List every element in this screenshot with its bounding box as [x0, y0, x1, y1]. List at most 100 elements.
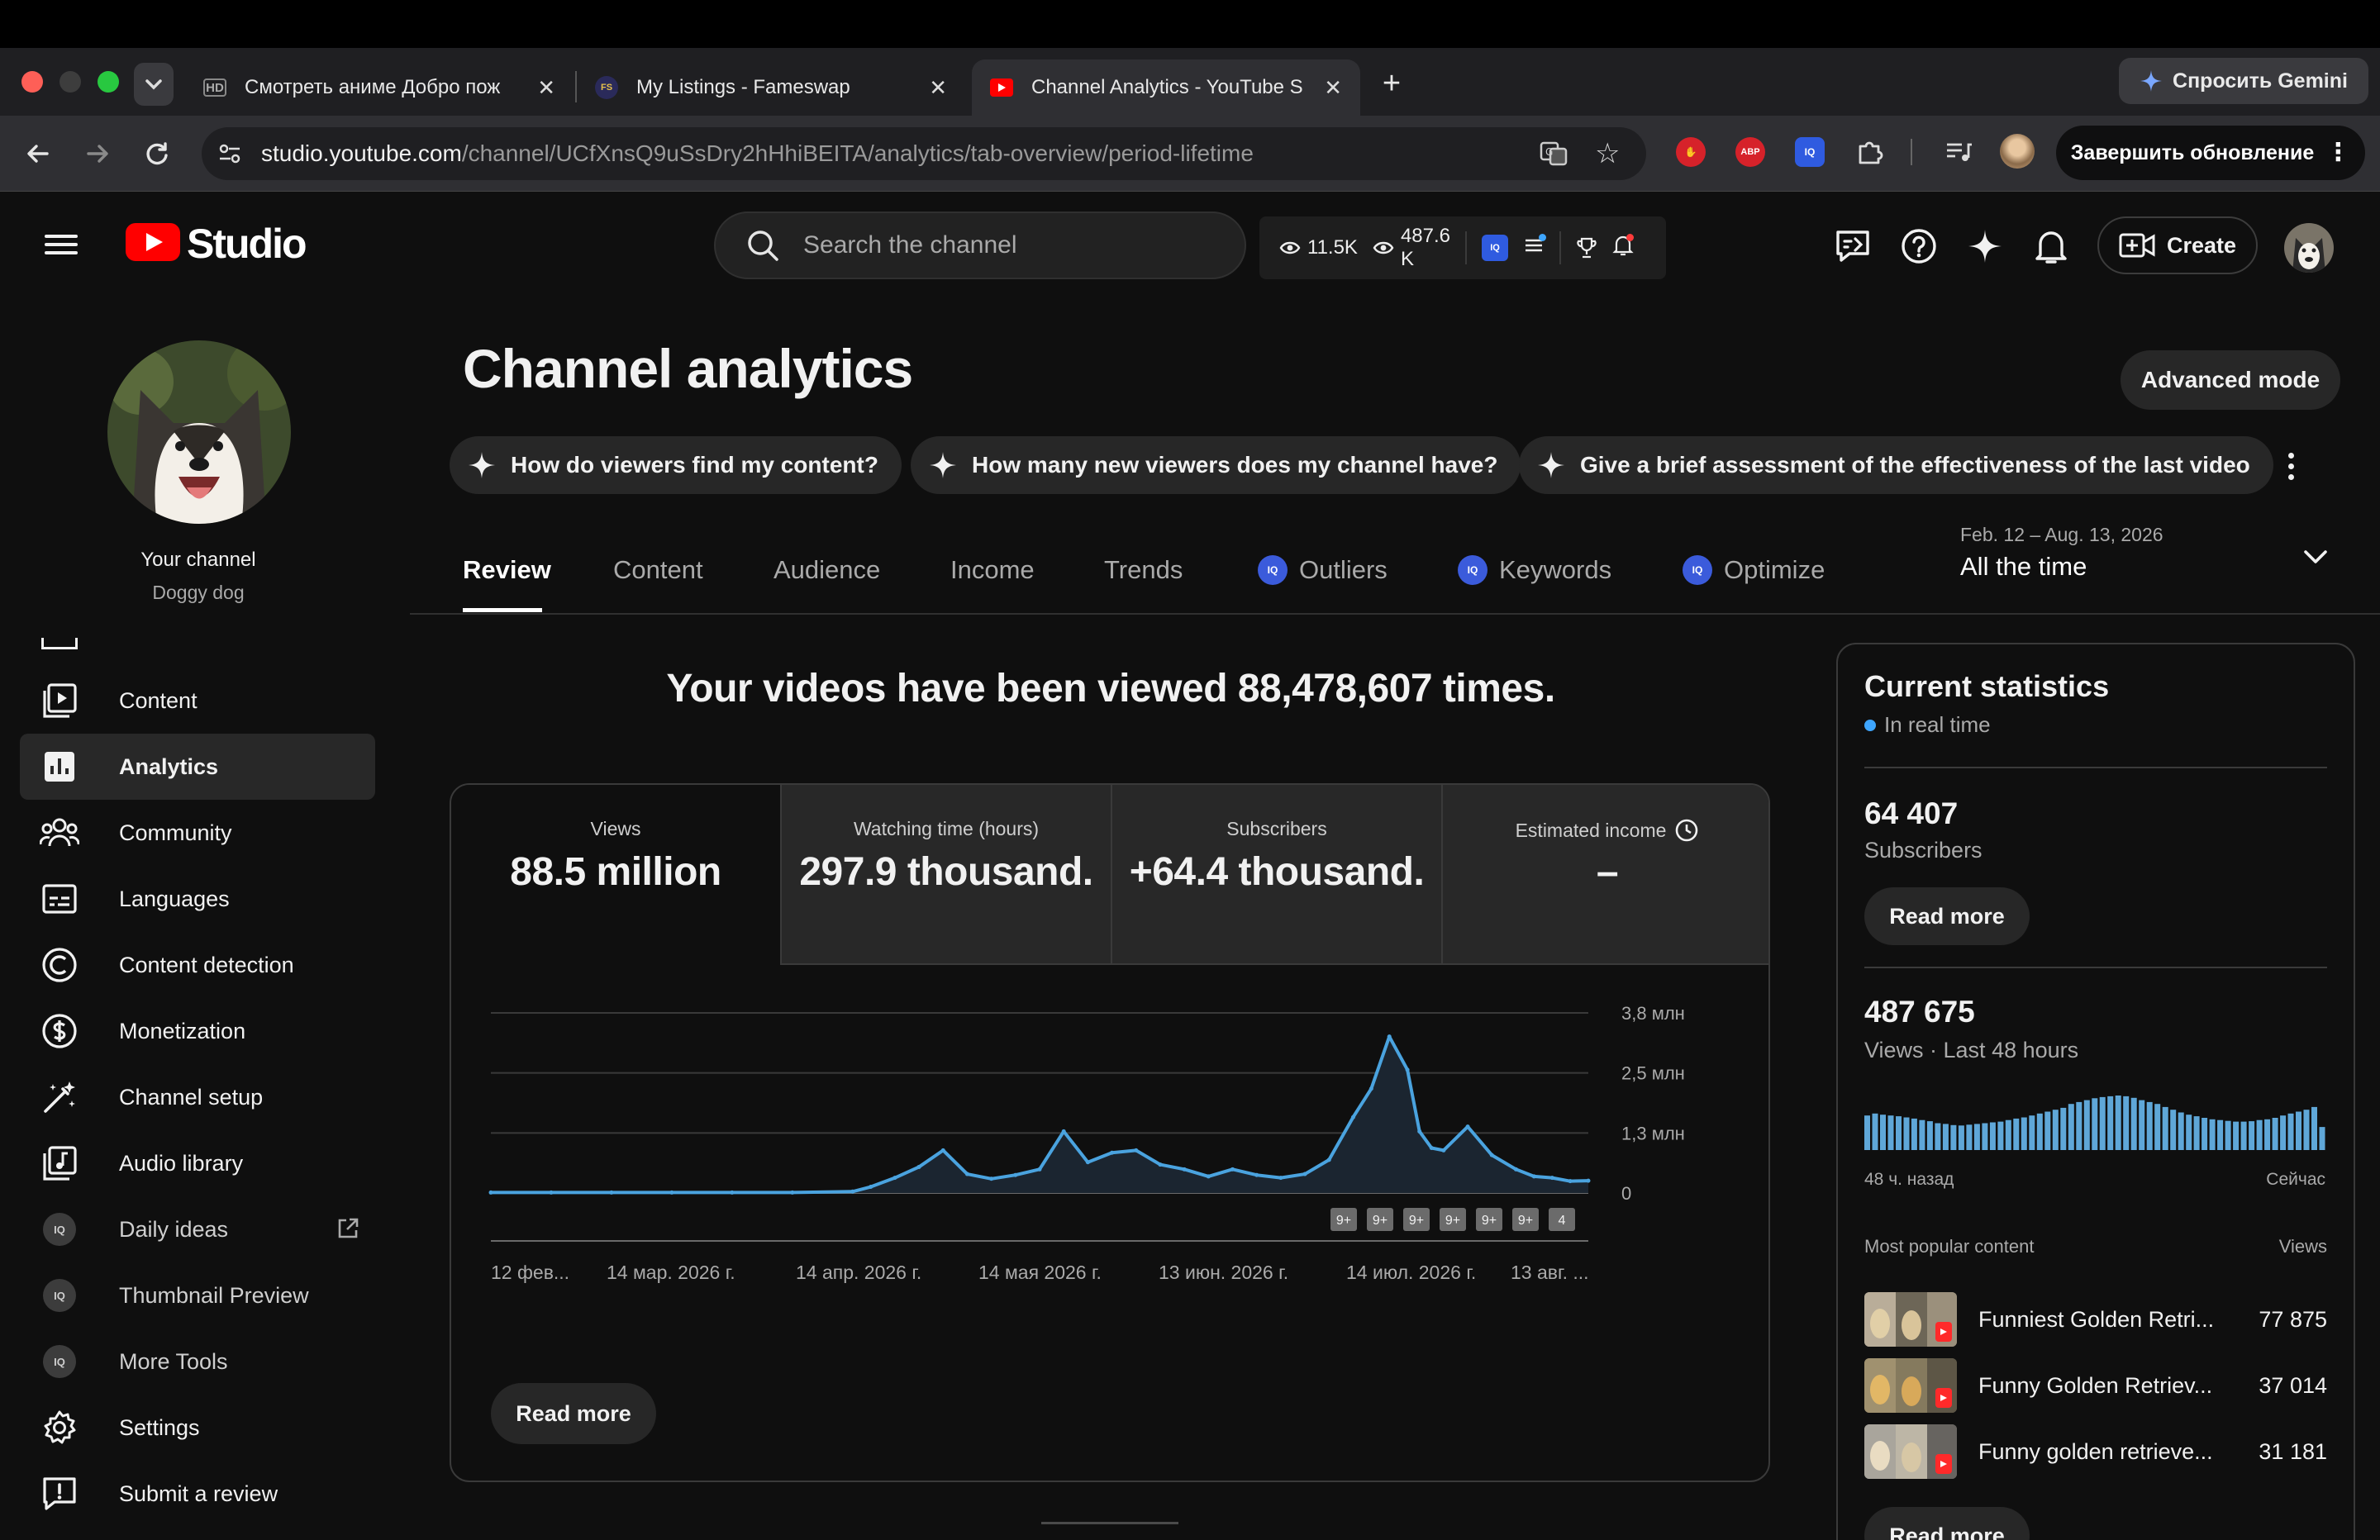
translate-icon[interactable]: G — [1539, 139, 1568, 174]
menu-icon[interactable] — [45, 230, 78, 263]
close-window-button[interactable] — [21, 71, 43, 93]
bookmark-star-icon[interactable]: ☆ — [1595, 137, 1620, 170]
sparkle-icon — [469, 452, 495, 478]
views-48h-bar — [2217, 1119, 2224, 1150]
tab-keywords[interactable]: IQ Keywords — [1458, 555, 1611, 585]
tab-favicon: FS — [595, 76, 618, 99]
svg-text:G: G — [1545, 146, 1553, 158]
search-channel-input[interactable]: Search the channel — [714, 212, 1246, 279]
vidiq-bell-icon[interactable] — [1612, 233, 1634, 263]
youtube-logo-icon[interactable] — [126, 223, 180, 261]
chevron-down-icon[interactable] — [2299, 540, 2332, 573]
more-options-icon[interactable] — [2274, 443, 2307, 489]
views-48h-label: Views · Last 48 hours — [1864, 1038, 2079, 1062]
tab-review[interactable]: Review — [463, 555, 551, 585]
extension-hand-icon[interactable]: ✋ — [1676, 137, 1706, 167]
x-tick-label: 14 апр. 2026 г. — [796, 1262, 921, 1283]
finish-update-button[interactable]: Завершить обновление ⋮ — [2056, 126, 2365, 180]
dashboard-icon[interactable] — [41, 638, 78, 649]
read-more-button[interactable]: Read more — [491, 1383, 656, 1444]
tab-content[interactable]: Content — [613, 555, 703, 585]
create-label: Create — [2166, 232, 2237, 258]
sidebar-item-more-tools[interactable]: IQ More Tools — [20, 1328, 375, 1395]
period-selector[interactable]: All the time — [1960, 552, 2087, 582]
sidebar-item-channel-setup[interactable]: Channel setup — [20, 1064, 375, 1130]
forward-button[interactable] — [76, 132, 119, 175]
adblock-extension-icon[interactable]: ABP — [1735, 137, 1765, 167]
vidiq-icon[interactable]: IQ — [1482, 235, 1508, 261]
sidebar-item-analytics[interactable]: Analytics — [20, 734, 375, 800]
data-point — [1489, 1153, 1494, 1157]
youtube-favicon-icon — [990, 78, 1013, 97]
tab-search-button[interactable] — [134, 63, 174, 106]
period-range[interactable]: Feb. 12 – Aug. 13, 2026 — [1960, 524, 2163, 546]
advanced-mode-button[interactable]: Advanced mode — [2121, 350, 2340, 410]
vidiq-list-icon[interactable] — [1523, 233, 1546, 261]
ai-question-chip[interactable]: How many new viewers does my channel hav… — [911, 436, 1521, 494]
notifications-bell-icon[interactable] — [2031, 226, 2071, 266]
metric-subscribers[interactable]: Subscribers +64.4 thousand. — [1111, 785, 1441, 965]
profile-avatar[interactable] — [2000, 134, 2035, 169]
browser-tab-active[interactable]: Channel Analytics - YouTube S ✕ — [972, 59, 1360, 116]
vidiq-extension-icon[interactable]: IQ — [1795, 137, 1825, 167]
sidebar-item-community[interactable]: Community — [20, 800, 375, 866]
close-icon[interactable]: ✕ — [537, 75, 555, 101]
zoom-window-button[interactable] — [98, 71, 119, 93]
site-settings-icon[interactable] — [217, 140, 243, 173]
popular-content-row[interactable]: Funny golden retrieve... 31 181 — [1864, 1424, 2327, 1479]
sidebar-item-monetization[interactable]: Monetization — [20, 998, 375, 1064]
ai-question-chip[interactable]: How do viewers find my content? — [450, 436, 902, 494]
tab-optimize[interactable]: IQ Optimize — [1683, 555, 1825, 585]
close-icon[interactable]: ✕ — [1324, 75, 1342, 101]
channel-avatar[interactable] — [107, 340, 291, 524]
account-avatar[interactable] — [2284, 223, 2334, 273]
metric-views[interactable]: Views 88.5 million — [451, 785, 780, 965]
read-more-button[interactable]: Read more — [1864, 887, 2030, 945]
views-48h-bar — [2256, 1119, 2263, 1150]
ask-gemini-button[interactable]: Спросить Gemini — [2119, 58, 2368, 104]
data-point — [1586, 1178, 1591, 1183]
trophy-icon[interactable] — [1576, 236, 1597, 259]
sidebar-item-thumbnail-preview[interactable]: IQ Thumbnail Preview — [20, 1262, 375, 1328]
reload-button[interactable] — [136, 132, 178, 175]
tab-outliers[interactable]: IQ Outliers — [1258, 555, 1388, 585]
tab-income[interactable]: Income — [950, 555, 1035, 585]
help-icon[interactable] — [1899, 226, 1939, 266]
metric-estimated-income[interactable]: Estimated income – — [1441, 785, 1768, 965]
sidebar-item-daily-ideas[interactable]: IQ Daily ideas — [20, 1196, 375, 1262]
create-button[interactable]: Create — [2097, 216, 2258, 274]
views-48h-bar-chart[interactable] — [1864, 1091, 2327, 1150]
read-more-button[interactable]: Read more — [1864, 1507, 2030, 1540]
metric-watch-time[interactable]: Watching time (hours) 297.9 thousand. — [780, 785, 1111, 965]
extensions-puzzle-icon[interactable] — [1854, 137, 1884, 167]
address-bar[interactable]: studio.youtube.com/channel/UCfXnsQ9uSsDr… — [202, 127, 1646, 180]
views-chart[interactable]: 0 1,3 млн 2,5 млн 3,8 млн 9+ 9+ 9+ 9+ 9+ 9+ 4 12 фе… — [451, 965, 1770, 1345]
sidebar-item-settings[interactable]: Settings — [20, 1395, 375, 1461]
sidebar-item-content-detection[interactable]: Content detection — [20, 932, 375, 998]
new-tab-button[interactable]: + — [1373, 63, 1410, 104]
ai-sparkle-icon[interactable] — [1965, 226, 2005, 266]
studio-wordmark[interactable]: Studio — [187, 220, 307, 268]
ai-question-chip[interactable]: Give a brief assessment of the effective… — [1519, 436, 2273, 494]
clock-icon — [1676, 819, 1698, 842]
back-button[interactable] — [17, 132, 60, 175]
feedback-chat-icon[interactable] — [1833, 226, 1873, 266]
sidebar-item-content[interactable]: Content — [20, 668, 375, 734]
minimize-window-button[interactable] — [60, 71, 81, 93]
sidebar-item-submit-review[interactable]: Submit a review — [20, 1461, 375, 1527]
popular-content-row[interactable]: Funny Golden Retriev... 37 014 — [1864, 1358, 2327, 1413]
sidebar-item-audio-library[interactable]: Audio library — [20, 1130, 375, 1196]
sidebar-item-languages[interactable]: Languages — [20, 866, 375, 932]
popular-content-row[interactable]: Funniest Golden Retri... 77 875 — [1864, 1292, 2327, 1347]
tab-audience[interactable]: Audience — [774, 555, 880, 585]
views-48h-bar — [1864, 1115, 1870, 1150]
tab-trends[interactable]: Trends — [1104, 555, 1183, 585]
data-point — [1230, 1167, 1235, 1172]
views-48h-bar — [2209, 1119, 2216, 1150]
close-icon[interactable]: ✕ — [929, 75, 947, 101]
views-48h-bar — [2311, 1106, 2317, 1150]
chart-start-label: 48 ч. назад — [1864, 1170, 1954, 1189]
browser-tab[interactable]: HD Смотреть аниме Добро пож ✕ — [185, 59, 574, 116]
browser-tab[interactable]: FS My Listings - Fameswap ✕ — [577, 59, 965, 116]
media-controls-icon[interactable] — [1944, 137, 1973, 167]
